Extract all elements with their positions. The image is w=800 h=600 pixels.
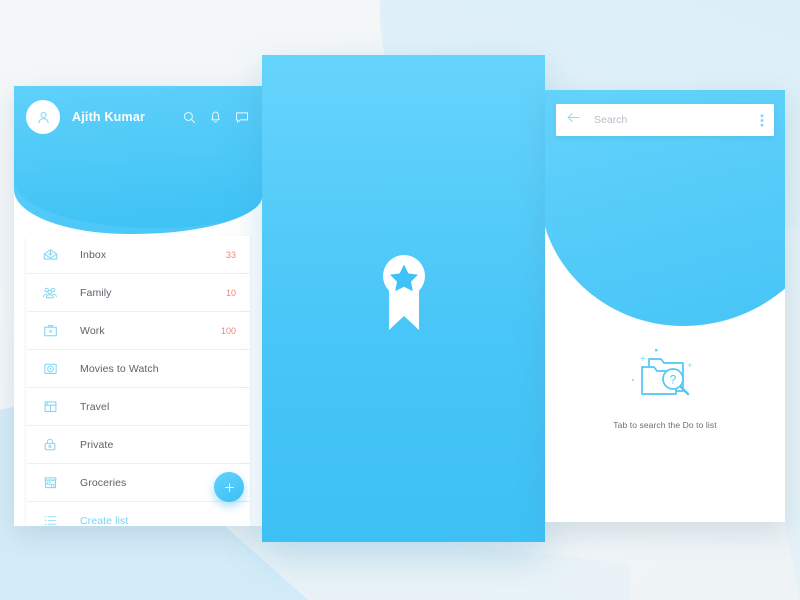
- list-item-label: Create list: [80, 514, 129, 527]
- list-item-badge: 100: [220, 325, 236, 336]
- suitcase-icon: [40, 398, 60, 415]
- bullet-list-icon: [40, 513, 60, 526]
- avatar[interactable]: [26, 100, 60, 134]
- folder-magnifier-question-icon: ?: [632, 349, 692, 396]
- lists-header-actions: [182, 110, 250, 125]
- bell-icon: [211, 111, 220, 122]
- add-list-button[interactable]: [214, 472, 244, 502]
- list-item-travel[interactable]: Travel: [26, 388, 250, 425]
- inbox-envelope-icon: [40, 246, 60, 263]
- list-item-label: Private: [80, 438, 114, 451]
- film-reel-icon: [40, 360, 60, 377]
- search-empty-caption: Tab to search the Do to list: [613, 420, 717, 430]
- header-notifications-button[interactable]: [209, 110, 222, 125]
- user-name: Ajith Kumar: [72, 110, 146, 124]
- back-button[interactable]: [566, 111, 581, 129]
- back-arrow-icon: [567, 113, 580, 122]
- briefcase-icon: [40, 322, 60, 339]
- splash-screen: [262, 55, 545, 542]
- list-item-work[interactable]: Work 100: [26, 312, 250, 349]
- list-item-label: Groceries: [80, 476, 127, 489]
- list-item-label: Movies to Watch: [80, 362, 159, 375]
- list-item-label: Inbox: [80, 248, 107, 261]
- search-input[interactable]: Search: [594, 114, 627, 126]
- list-item-create-list[interactable]: Create list: [26, 502, 250, 526]
- app-mockup-canvas: Ajith Kumar Inbox 33 Family 10 Work 100 …: [0, 0, 800, 600]
- header-search-button[interactable]: [182, 110, 197, 125]
- plus-icon: [224, 482, 234, 492]
- padlock-icon: [40, 436, 60, 453]
- overflow-menu-icon: [760, 113, 764, 127]
- list-item-badge: 10: [225, 287, 236, 298]
- list-item-badge: 33: [225, 249, 236, 260]
- store-icon: [40, 474, 60, 491]
- search-bar[interactable]: Search: [556, 104, 774, 136]
- list-item-movies-to-watch[interactable]: Movies to Watch: [26, 350, 250, 387]
- svg-text:?: ?: [670, 373, 677, 387]
- list-item-inbox[interactable]: Inbox 33: [26, 236, 250, 273]
- list-item-private[interactable]: Private: [26, 426, 250, 463]
- search-screen: Search ? Tab to search the Do to list: [545, 90, 785, 522]
- header-messages-button[interactable]: [234, 110, 250, 125]
- chat-bubble-icon: [236, 111, 248, 123]
- search-icon: [183, 111, 195, 123]
- list-item-label: Travel: [80, 400, 110, 413]
- list-item-family[interactable]: Family 10: [26, 274, 250, 311]
- ribbon-star-bookmark-logo: [373, 248, 435, 339]
- list-item-label: Family: [80, 286, 112, 299]
- family-group-icon: [40, 284, 60, 301]
- list-item-label: Work: [80, 324, 105, 337]
- search-empty-state: ? Tab to search the Do to list: [545, 346, 785, 430]
- user-avatar-icon: [37, 111, 49, 123]
- overflow-menu-button[interactable]: [760, 113, 764, 128]
- lists-screen: Ajith Kumar Inbox 33 Family 10 Work 100 …: [14, 86, 262, 526]
- lists-top-bar: Ajith Kumar: [14, 86, 262, 148]
